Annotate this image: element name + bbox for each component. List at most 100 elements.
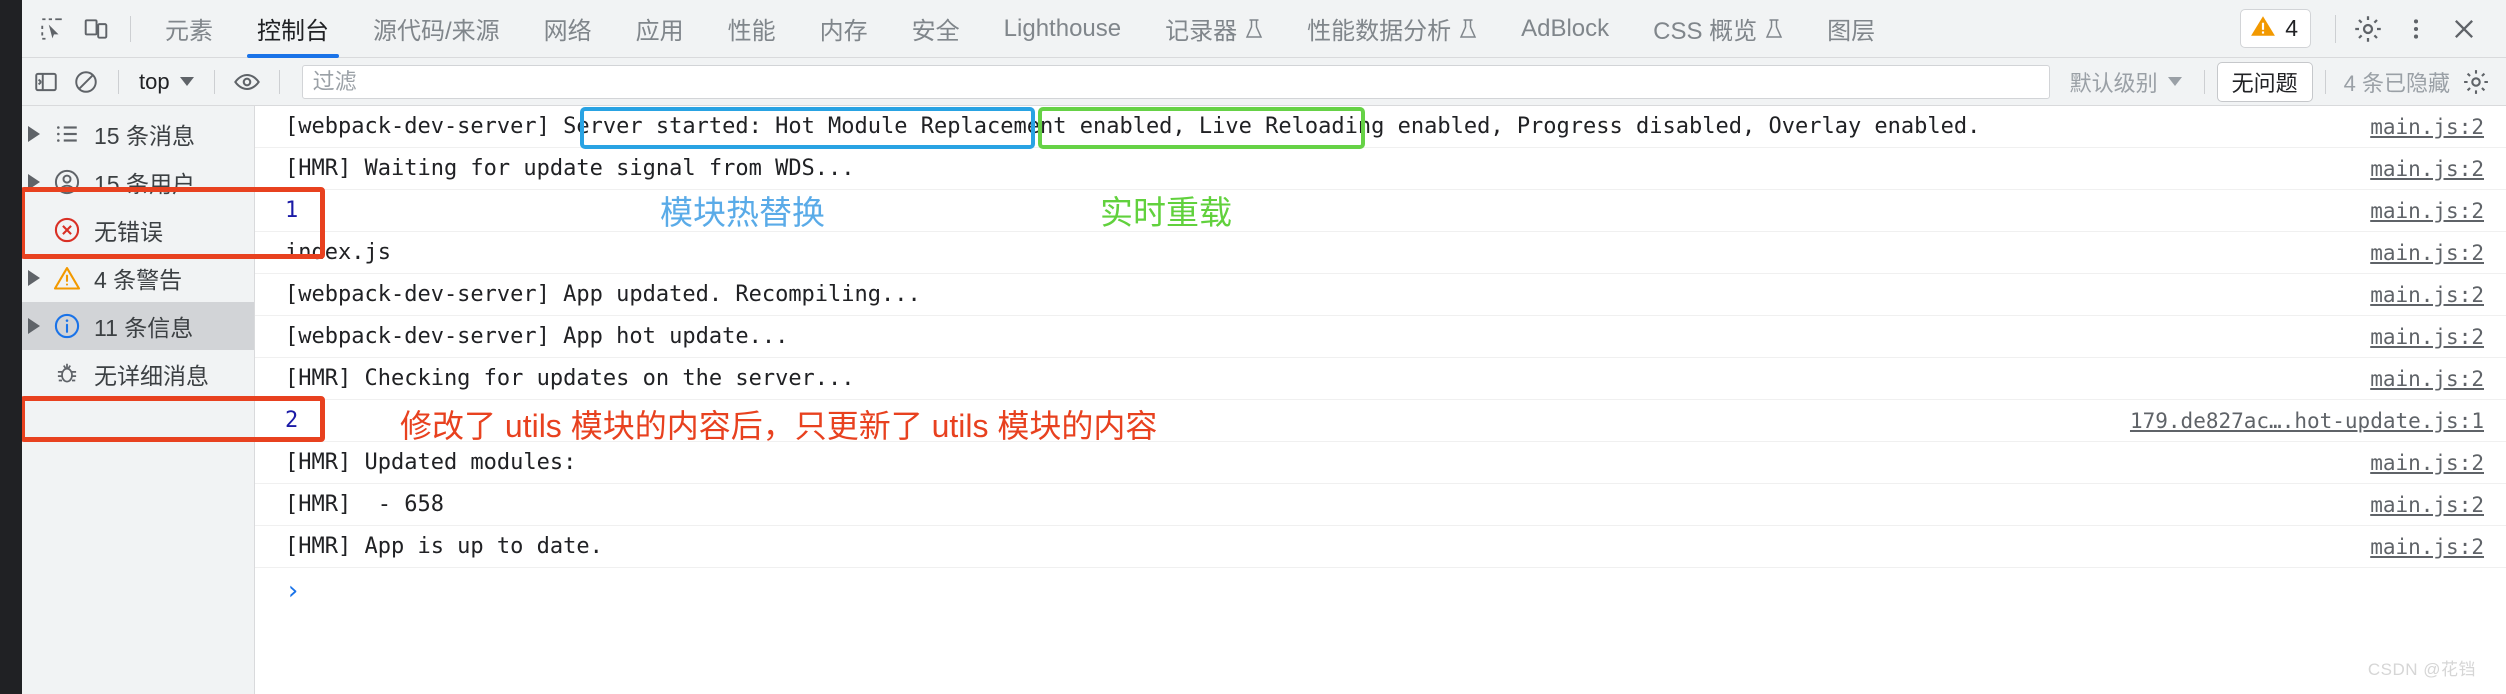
issues-button[interactable]: 无问题 [2216,61,2313,102]
warning-icon [52,263,82,293]
tab-console[interactable]: 控制台 [235,0,351,58]
tab-elements[interactable]: 元素 [143,0,235,58]
watermark: CSDN @花铛 [2367,660,2476,679]
tab-performance[interactable]: 性能 [706,0,798,58]
console-row[interactable]: [HMR] Checking for updates on the server… [255,358,2506,400]
filter-divider [2203,69,2205,94]
console-row[interactable]: [HMR] App is up to date. main.js:2 [255,526,2506,568]
sidebar-item-info[interactable]: 11 条信息 [0,302,254,350]
console-message-text: [webpack-dev-server] App hot update... [285,324,789,349]
chevron-down-icon [179,77,194,86]
expand-triangle-icon[interactable] [28,126,40,142]
expand-triangle-icon[interactable] [28,318,40,334]
filter-input[interactable] [301,64,2050,99]
console-row[interactable]: [HMR] Waiting for update signal from WDS… [255,148,2506,190]
tab-memory[interactable]: 内存 [798,0,890,58]
sidebar-item-label: 4 条警告 [94,267,183,293]
console-message-text-hmr: Hot Module Replacement enabled, [775,114,1199,139]
console-prompt-row[interactable]: › [255,568,2506,614]
tab-recorder[interactable]: 记录器 [1143,0,1285,58]
tab-label: 性能 [727,18,776,45]
warning-count: 4 [2285,15,2298,41]
tab-bar-actions: 4 [2240,5,2506,53]
tab-network[interactable]: 网络 [522,0,614,58]
source-link[interactable]: main.js:2 [2370,199,2484,223]
console-message-text: [webpack-dev-server] Server started: [285,114,776,139]
show-console-sidebar-icon[interactable] [26,62,66,102]
console-row[interactable]: [HMR] Updated modules: main.js:2 [255,442,2506,484]
console-message-number: 2 [285,408,299,433]
tab-lighthouse[interactable]: Lighthouse [982,0,1143,58]
sidebar-item-warnings[interactable]: 4 条警告 [0,254,254,302]
more-vertical-icon[interactable] [2392,5,2440,53]
tab-label: 性能数据分析 [1307,18,1452,45]
tab-label: 安全 [911,18,960,45]
console-row[interactable]: [HMR] - 658 main.js:2 [255,484,2506,526]
tab-security[interactable]: 安全 [890,0,982,58]
source-link[interactable]: main.js:2 [2370,283,2484,307]
tab-sources[interactable]: 源代码/来源 [351,0,522,58]
tab-layers[interactable]: 图层 [1805,0,1897,58]
tab-label: 网络 [543,18,592,45]
console-message-text: [HMR] Updated modules: [285,450,577,475]
console-message-text: [webpack-dev-server] App updated. Recomp… [285,282,921,307]
source-link[interactable]: main.js:2 [2370,493,2484,517]
tab-label: 源代码/来源 [373,18,500,45]
source-link[interactable]: main.js:2 [2370,325,2484,349]
expand-triangle-icon[interactable] [28,270,40,286]
sidebar-item-messages[interactable]: 15 条消息 [0,110,254,158]
tab-label: 图层 [1827,18,1876,45]
flask-icon [1765,18,1783,40]
console-message-list: [webpack-dev-server] Server started: Hot… [255,106,2506,694]
toolbar-divider [130,15,131,42]
source-link[interactable]: 179.de827ac….hot-update.js:1 [2130,409,2484,433]
info-icon [52,311,82,341]
log-level-selector[interactable]: 默认级别 [2060,66,2192,98]
console-message-text: [HMR] Waiting for update signal from WDS… [285,156,855,181]
console-message-text: index.js [285,240,391,265]
warning-triangle-icon [2250,14,2276,43]
console-message-text: [HMR] - 658 [285,492,444,517]
console-row[interactable]: [webpack-dev-server] Server started: Hot… [255,106,2506,148]
tab-application[interactable]: 应用 [614,0,706,58]
console-settings-gear-icon[interactable] [2456,62,2496,102]
inspect-element-icon[interactable] [30,7,74,51]
clear-console-icon[interactable] [66,62,106,102]
sidebar-item-errors[interactable]: 无错误 [0,206,254,254]
sidebar-item-user-messages[interactable]: 15 条用户… [0,158,254,206]
console-row[interactable]: index.js main.js:2 [255,232,2506,274]
list-icon [52,119,82,149]
warning-count-badge[interactable]: 4 [2240,9,2311,48]
source-link[interactable]: main.js:2 [2370,367,2484,391]
prompt-caret-icon: › [285,576,301,606]
sidebar-item-verbose[interactable]: 无详细消息 [0,350,254,398]
tab-label: 记录器 [1165,18,1238,45]
devtools-tab-bar: 元素 控制台 源代码/来源 网络 应用 性能 内存 安全 Lighthouse … [0,0,2506,58]
source-link[interactable]: main.js:2 [2370,535,2484,559]
live-expression-icon[interactable] [227,62,267,102]
console-row[interactable]: [webpack-dev-server] App updated. Recomp… [255,274,2506,316]
console-row[interactable]: 2 179.de827ac….hot-update.js:1 [255,400,2506,442]
browser-left-rail [0,0,22,694]
tab-css-overview[interactable]: CSS 概览 [1631,0,1805,58]
console-row[interactable]: [webpack-dev-server] App hot update... m… [255,316,2506,358]
expand-triangle-icon[interactable] [28,174,40,190]
console-row[interactable]: 1 main.js:2 [255,190,2506,232]
user-icon [52,167,82,197]
error-icon [52,215,82,245]
bug-icon [52,359,82,389]
tab-adblock[interactable]: AdBlock [1499,0,1631,58]
gear-icon[interactable] [2344,5,2392,53]
execution-context-selector[interactable]: top [131,67,202,97]
source-link[interactable]: main.js:2 [2370,241,2484,265]
device-toolbar-icon[interactable] [74,7,118,51]
filter-divider [2324,69,2326,94]
devtools-window: 元素 控制台 源代码/来源 网络 应用 性能 内存 安全 Lighthouse … [0,0,2506,694]
tab-performance-insights[interactable]: 性能数据分析 [1285,0,1499,58]
close-icon[interactable] [2440,5,2488,53]
source-link[interactable]: main.js:2 [2370,115,2484,139]
source-link[interactable]: main.js:2 [2370,451,2484,475]
source-link[interactable]: main.js:2 [2370,157,2484,181]
tab-label: CSS 概览 [1653,18,1758,45]
execution-context-label: top [139,68,170,94]
